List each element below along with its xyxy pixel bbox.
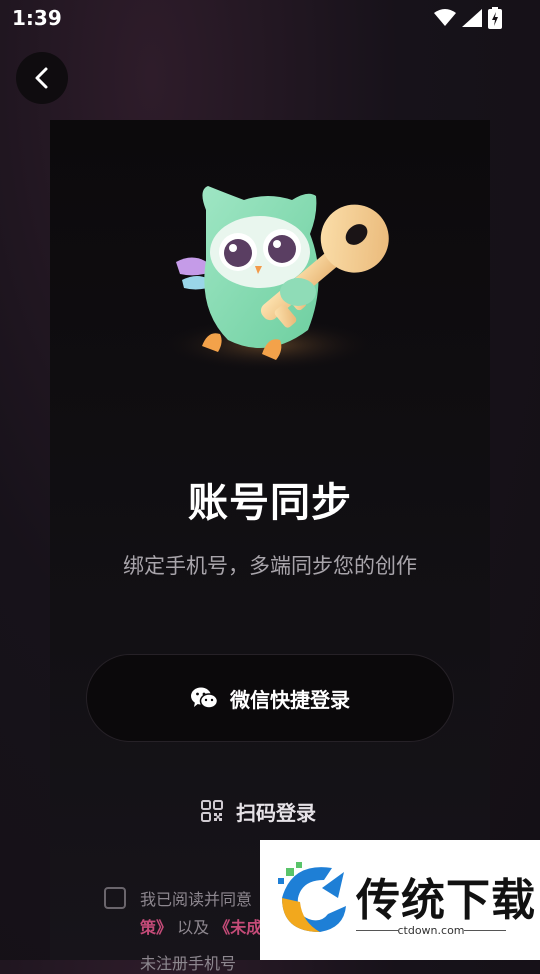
wechat-login-button[interactable]: 微信快捷登录 bbox=[86, 654, 454, 742]
agreement-and-text: 以及 bbox=[172, 918, 215, 937]
agreement-text: 我已阅读并同意 bbox=[140, 890, 253, 909]
page-subtitle: 绑定手机号，多端同步您的创作 bbox=[123, 554, 417, 578]
page-title: 账号同步 bbox=[188, 480, 352, 526]
agreement-links: 策》 以及 《未成 bbox=[140, 914, 262, 938]
watermark-line-right bbox=[464, 930, 506, 931]
wechat-login-label: 微信快捷登录 bbox=[230, 687, 350, 712]
minor-protection-link[interactable]: 《未成 bbox=[214, 918, 262, 937]
signal-icon bbox=[462, 9, 482, 27]
status-icons bbox=[434, 7, 502, 29]
back-button[interactable] bbox=[16, 52, 68, 104]
qr-code-icon bbox=[201, 800, 223, 822]
scan-login-button[interactable]: 扫码登录 bbox=[200, 794, 316, 828]
battery-icon bbox=[488, 7, 502, 29]
agreement-checkbox[interactable] bbox=[104, 887, 126, 909]
agreement-line3: 未注册手机号 bbox=[140, 954, 237, 973]
agreement-row: 我已阅读并同意 bbox=[104, 886, 252, 910]
watermark-brand: 传统下载 bbox=[356, 875, 536, 926]
status-time: 1:39 bbox=[12, 6, 62, 30]
owl-key-illustration bbox=[158, 170, 398, 380]
chevron-left-icon bbox=[35, 67, 48, 89]
privacy-policy-link[interactable]: 策》 bbox=[140, 918, 172, 937]
watermark-logo-icon bbox=[278, 862, 346, 932]
scan-login-label: 扫码登录 bbox=[236, 800, 316, 825]
wifi-icon bbox=[434, 9, 456, 26]
watermark-overlay: 传统下载 ctdown.com bbox=[260, 840, 540, 960]
wechat-icon bbox=[191, 687, 218, 709]
status-bar: 1:39 bbox=[0, 0, 540, 36]
